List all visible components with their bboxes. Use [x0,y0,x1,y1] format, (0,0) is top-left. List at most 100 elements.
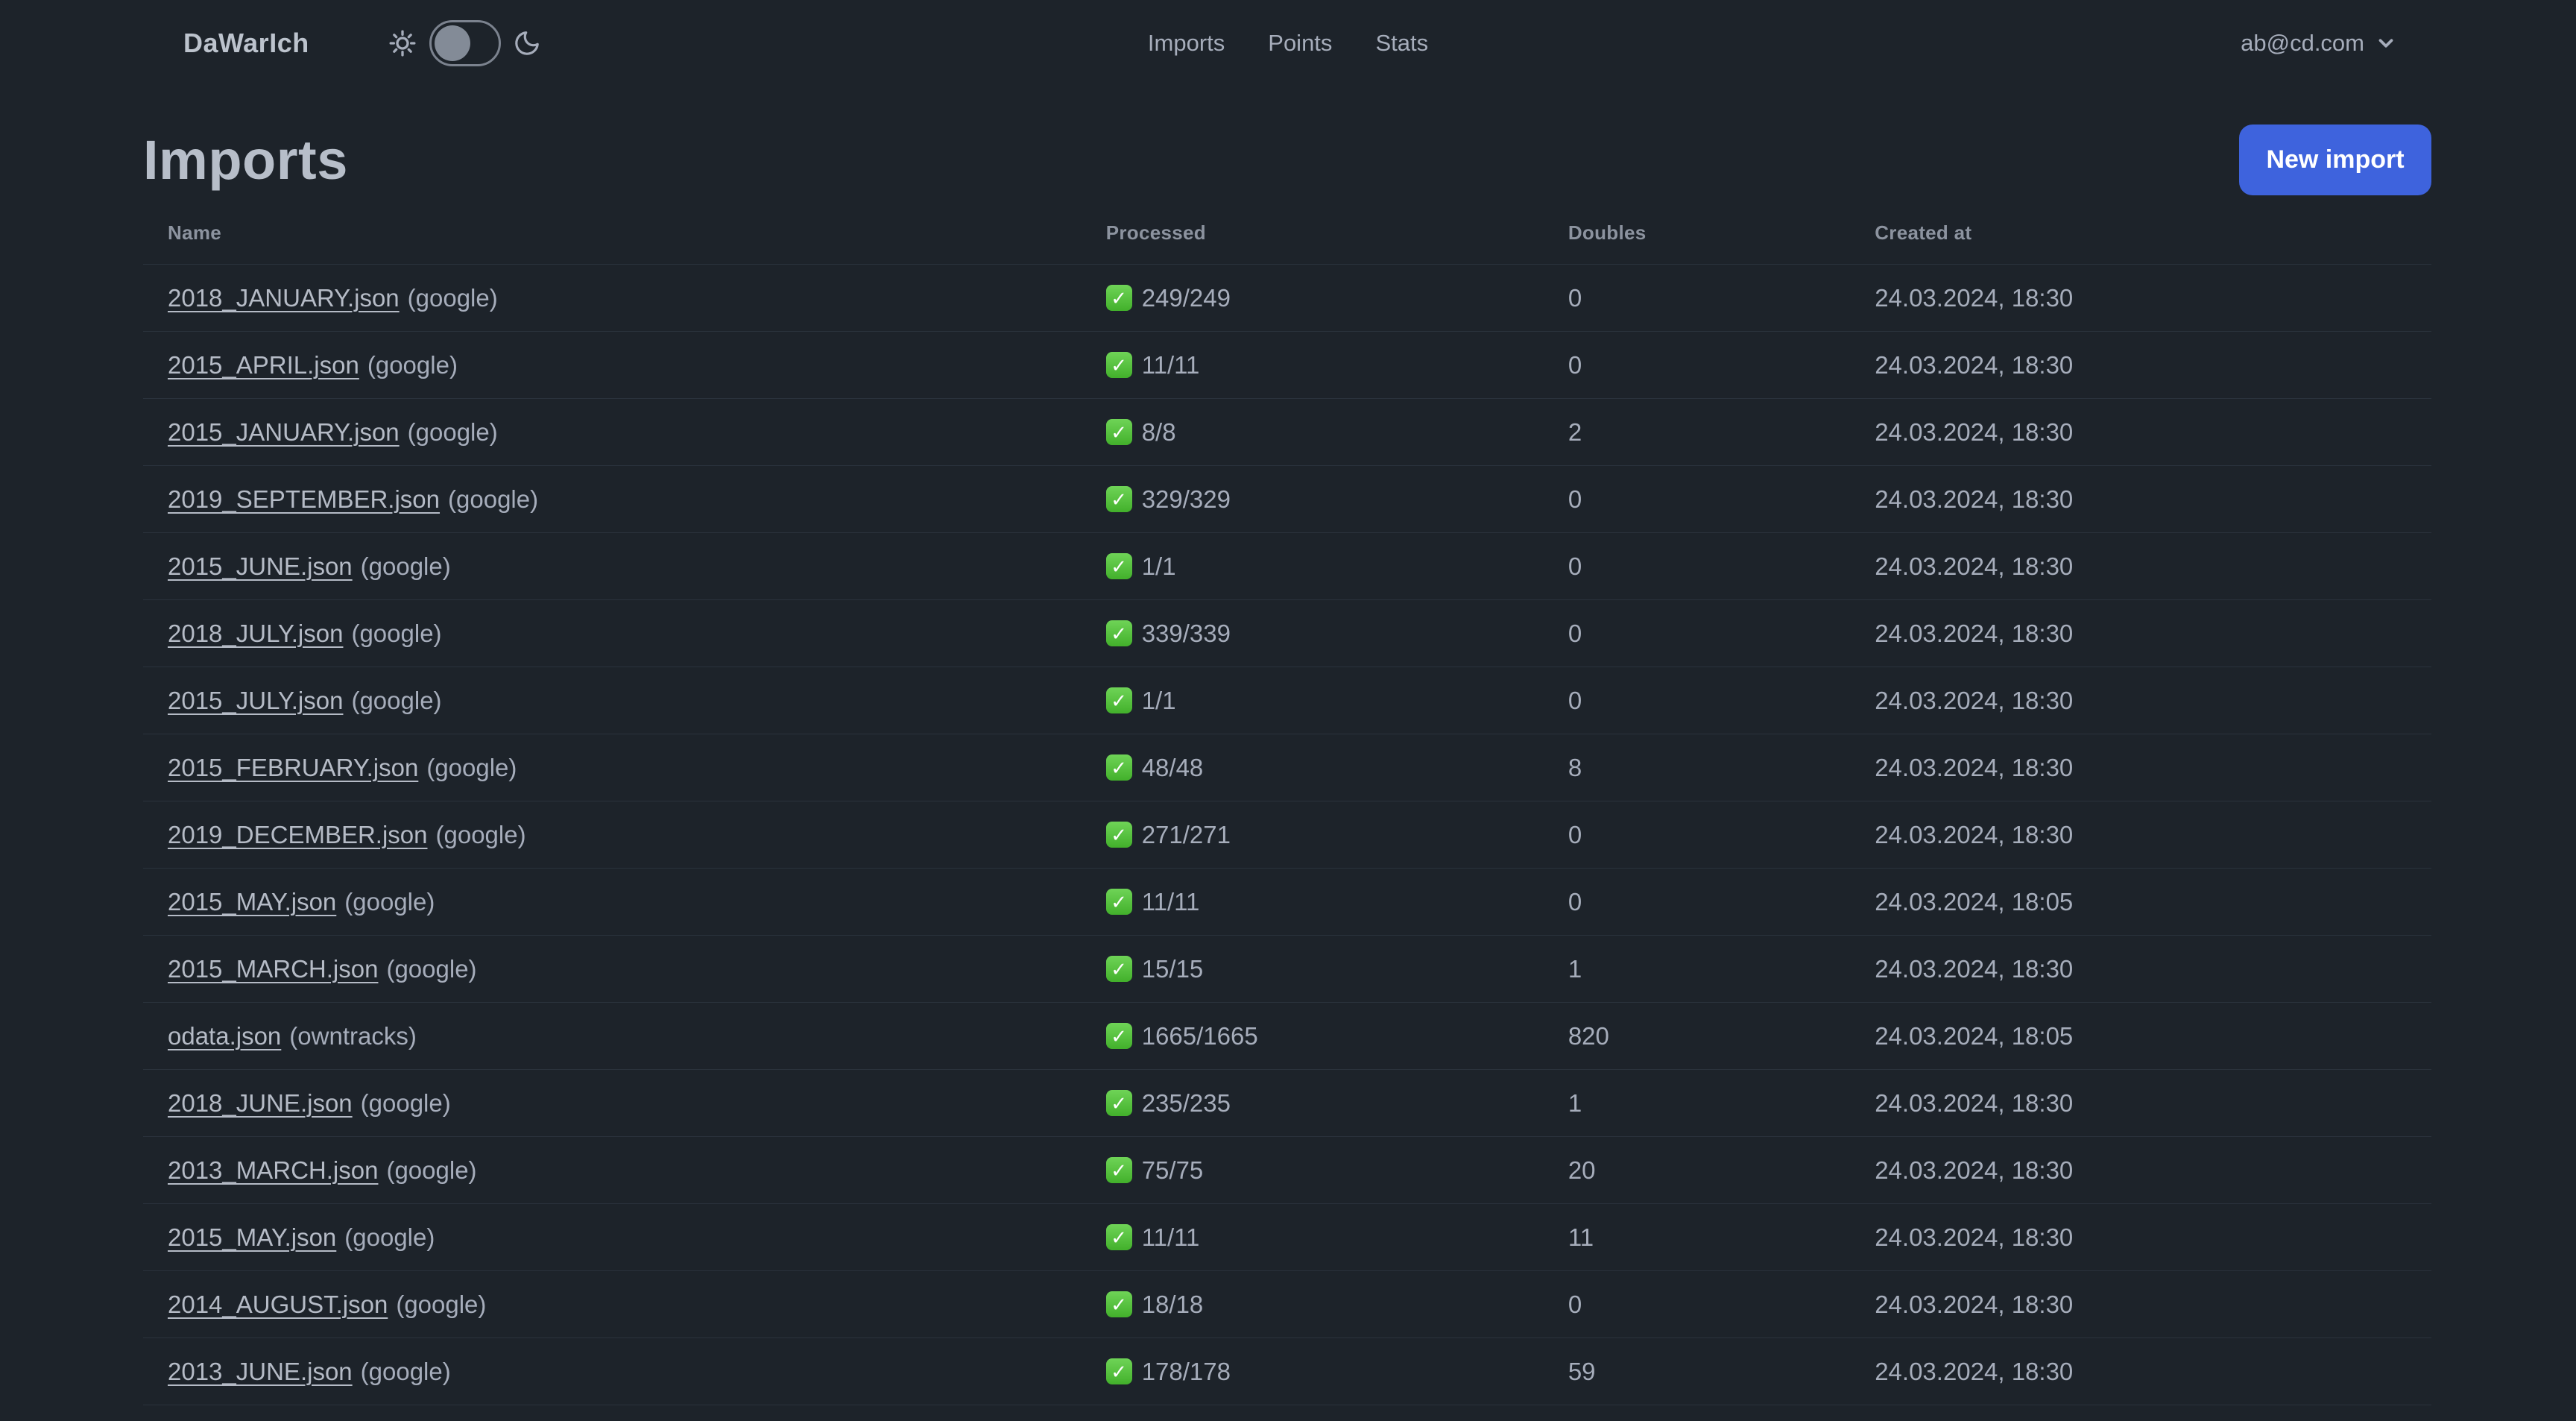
import-name-cell: 2015_MAY.json (google) [143,1203,1082,1271]
import-file-link[interactable]: 2014_AUGUST.json [168,1291,388,1318]
import-name-cell: 2013_MARCH.json (google) [143,1136,1082,1204]
import-created-cell: 24.03.2024, 18:30 [1850,1136,2431,1204]
success-check-icon: ✓ [1105,1291,1132,1317]
import-name-cell: 2015_FEBRUARY.json (google) [143,734,1082,801]
imports-page: Imports New import Name Processed Double… [0,125,2576,1421]
doubles-count: 59 [1568,1357,1596,1385]
import-source: (google) [407,283,498,312]
table-row: 2015_APRIL.json (google) ✓ 11/11 0 24.03.… [143,331,2431,399]
theme-toggle[interactable] [429,19,501,66]
import-file-link[interactable]: 2015_MARCH.json [168,955,378,983]
import-doubles-cell: 0 [1543,331,1851,399]
import-processed-cell: ✓ 11/11 [1081,331,1544,399]
created-at: 24.03.2024, 18:05 [1875,887,2074,916]
success-check-icon: ✓ [1105,419,1132,445]
doubles-count: 0 [1568,820,1582,848]
import-processed-cell: ✓ 1/1 [1081,667,1544,734]
processed-count: 18/18 [1141,1290,1204,1318]
import-doubles-cell: 0 [1543,1270,1851,1338]
import-file-link[interactable]: 2015_MAY.json [168,1223,336,1251]
chevron-down-icon [2378,38,2393,48]
nav-link-points[interactable]: Points [1268,30,1332,57]
processed-count: 339/339 [1141,619,1231,647]
import-created-cell: 24.03.2024, 18:30 [1850,1270,2431,1338]
import-source: (google) [396,1290,487,1318]
doubles-count: 0 [1568,619,1582,647]
import-file-link[interactable]: odata.json [168,1022,281,1050]
import-file-link[interactable]: 2019_SEPTEMBER.json [168,485,440,513]
import-created-cell: 24.03.2024, 18:30 [1850,465,2431,533]
app-logo[interactable]: DaWarIch [183,28,309,59]
created-at: 24.03.2024, 18:30 [1875,350,2074,379]
import-file-link[interactable]: 2019_DECEMBER.json [168,821,428,848]
import-created-cell: 24.03.2024, 18:05 [1850,1002,2431,1070]
doubles-count: 0 [1568,350,1582,379]
import-source: (google) [407,418,498,446]
created-at: 24.03.2024, 18:30 [1875,418,2074,446]
import-name-cell: 2015_JUNE.json (google) [143,532,1082,600]
created-at: 24.03.2024, 18:30 [1875,552,2074,580]
import-file-link[interactable]: 2015_APRIL.json [168,351,359,379]
created-at: 24.03.2024, 18:30 [1875,1156,2074,1184]
success-check-icon: ✓ [1105,620,1132,646]
import-file-link[interactable]: 2013_JUNE.json [168,1358,353,1385]
nav-link-imports[interactable]: Imports [1148,30,1225,57]
import-file-link[interactable]: 2015_FEBRUARY.json [168,754,418,781]
import-file-link[interactable]: 2013_MARCH.json [168,1156,378,1184]
table-row: 2018_JULY.json (google) ✓ 339/339 0 24.03… [143,599,2431,667]
processed-count: 48/48 [1141,753,1204,781]
import-file-link[interactable]: 2018_JULY.json [168,620,343,647]
success-check-icon: ✓ [1105,285,1132,311]
import-source: (google) [344,1223,435,1251]
table-row: odata.json (owntracks) ✓ 1665/1665 820 24… [143,1002,2431,1070]
doubles-count: 8 [1568,753,1582,781]
import-created-cell: 24.03.2024, 18:30 [1850,1203,2431,1271]
import-source: (google) [386,1156,477,1184]
table-row: 2018_JANUARY.json (google) ✓ 249/249 0 24… [143,264,2431,332]
import-file-link[interactable]: 2018_JUNE.json [168,1089,353,1117]
success-check-icon: ✓ [1105,553,1132,579]
import-doubles-cell: 0 [1543,667,1851,734]
import-name-cell: 2015_JANUARY.json (google) [143,398,1082,466]
table-row: 2018_JUNE.json (google) ✓ 235/235 1 24.03… [143,1069,2431,1137]
import-doubles-cell [1543,1405,1851,1421]
user-menu-button[interactable]: ab@cd.com [2241,30,2397,57]
table-row: 2015_JANUARY.json (google) ✓ 8/8 2 24.03.… [143,398,2431,466]
new-import-button[interactable]: New import [2239,125,2431,195]
processed-count: 1665/1665 [1141,1021,1258,1050]
import-doubles-cell: 0 [1543,465,1851,533]
created-at: 24.03.2024, 18:30 [1875,283,2074,312]
import-doubles-cell: 0 [1543,599,1851,667]
table-row: ✓ [143,1405,2431,1421]
table-row: 2015_FEBRUARY.json (google) ✓ 48/48 8 24.… [143,734,2431,801]
import-doubles-cell: 2 [1543,398,1851,466]
import-source: (google) [426,753,517,781]
nav-link-stats[interactable]: Stats [1375,30,1428,57]
processed-count: 11/11 [1141,887,1200,916]
import-doubles-cell: 1 [1543,935,1851,1003]
success-check-icon: ✓ [1105,687,1132,713]
import-processed-cell: ✓ 329/329 [1081,465,1544,533]
import-doubles-cell: 0 [1543,264,1851,332]
import-processed-cell: ✓ 11/11 [1081,868,1544,936]
created-at: 24.03.2024, 18:30 [1875,686,2074,714]
import-file-link[interactable]: 2015_MAY.json [168,888,336,916]
success-check-icon: ✓ [1105,889,1132,915]
import-processed-cell: ✓ 249/249 [1081,264,1544,332]
imports-table: Name Processed Doubles Created at 2018_J… [143,214,2431,1421]
import-file-link[interactable]: 2015_JUNE.json [168,552,353,580]
created-at: 24.03.2024, 18:30 [1875,485,2074,513]
import-doubles-cell: 0 [1543,801,1851,869]
import-file-link[interactable]: 2015_JULY.json [168,687,343,714]
moon-icon [514,31,539,55]
success-check-icon: ✓ [1105,956,1132,982]
column-header-name: Name [168,221,222,244]
import-name-cell: 2015_JULY.json (google) [143,667,1082,734]
import-processed-cell: ✓ 48/48 [1081,734,1544,801]
import-processed-cell: ✓ 11/11 [1081,1203,1544,1271]
sun-icon [389,30,416,57]
import-created-cell [1850,1405,2431,1421]
column-header-created-at: Created at [1875,221,1972,244]
import-file-link[interactable]: 2018_JANUARY.json [168,284,400,312]
import-file-link[interactable]: 2015_JANUARY.json [168,418,400,446]
